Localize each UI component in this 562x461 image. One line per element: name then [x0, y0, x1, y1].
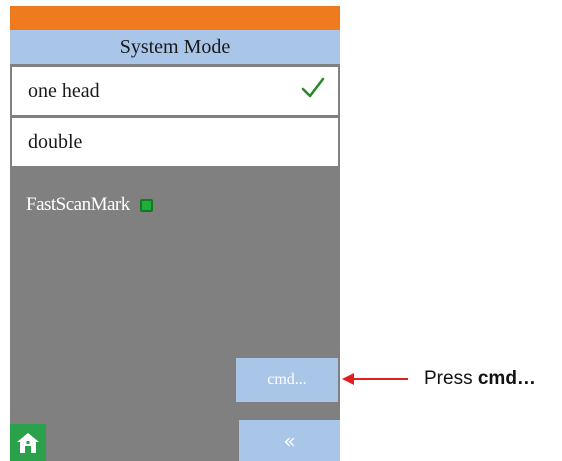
fast-scan-mark-checkbox[interactable]: [139, 198, 153, 212]
status-bar: [10, 6, 340, 30]
double-chevron-left-icon: «: [283, 428, 296, 453]
option-label: double: [28, 130, 83, 153]
option-label: one head: [28, 79, 100, 102]
back-button[interactable]: «: [239, 420, 340, 461]
check-icon: [301, 77, 325, 98]
option-double[interactable]: double: [12, 118, 338, 166]
note-bold: cmd…: [477, 368, 536, 389]
home-button[interactable]: [10, 424, 46, 461]
device-screen: System Mode one head double FastScanMark…: [10, 6, 340, 461]
instruction-note: Press cmd…: [424, 368, 536, 390]
home-icon: [17, 432, 39, 453]
option-one-head[interactable]: one head: [12, 67, 338, 115]
cmd-button[interactable]: cmd...: [236, 358, 338, 402]
fast-scan-mark-label: FastScanMark: [26, 194, 130, 215]
note-prefix: Press: [424, 368, 478, 389]
page-title: System Mode: [10, 30, 340, 64]
fast-scan-mark-row: FastScanMark: [26, 194, 153, 216]
pointer-arrow: [342, 373, 408, 385]
